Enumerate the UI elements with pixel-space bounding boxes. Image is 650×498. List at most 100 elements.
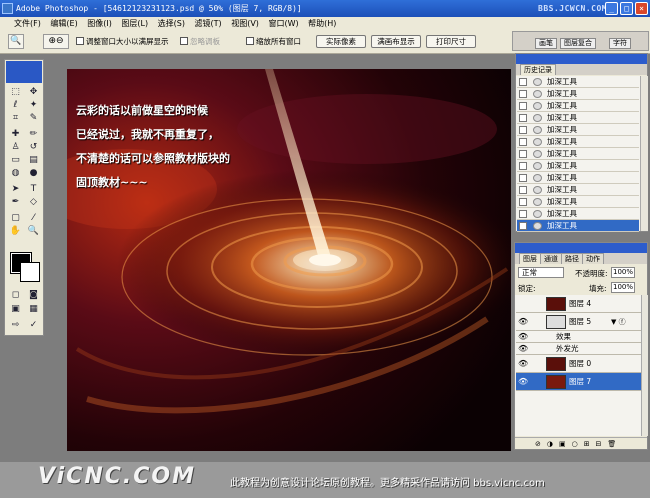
history-item-selected[interactable]: 加深工具 bbox=[517, 220, 639, 232]
visibility-eye-icon[interactable]: 👁 bbox=[518, 344, 528, 353]
visibility-eye-icon[interactable] bbox=[518, 299, 528, 308]
tab-actions[interactable]: 动作 bbox=[582, 253, 604, 264]
layer-effects-row[interactable]: 👁 效果 bbox=[516, 331, 641, 343]
magic-wand-icon[interactable]: ✦ bbox=[26, 99, 41, 111]
tab-layer-comps[interactable]: 图层复合 bbox=[560, 38, 596, 49]
history-item[interactable]: 加深工具 bbox=[517, 160, 639, 172]
zoom-tool-icon[interactable]: 🔍 bbox=[8, 34, 24, 49]
menu-window[interactable]: 窗口(W) bbox=[268, 19, 298, 28]
burn-tool-icon bbox=[533, 126, 542, 134]
burn-tool-icon bbox=[533, 90, 542, 98]
visibility-eye-icon[interactable]: 👁 bbox=[518, 317, 528, 326]
check-icon[interactable]: ✓ bbox=[26, 319, 41, 331]
hand-tool-icon[interactable]: ✋ bbox=[8, 225, 23, 237]
eraser-tool-icon[interactable]: ▭ bbox=[8, 154, 23, 166]
fit-screen-button[interactable]: 满画布显示 bbox=[371, 35, 421, 48]
fill-label: 填充: bbox=[589, 284, 607, 293]
visibility-eye-icon[interactable]: 👁 bbox=[518, 332, 528, 341]
menu-filter[interactable]: 滤镜(T) bbox=[195, 19, 222, 28]
visibility-eye-icon[interactable]: 👁 bbox=[518, 359, 528, 368]
history-list: 加深工具 加深工具 加深工具 加深工具 加深工具 加深工具 加深工具 加深工具 … bbox=[516, 76, 640, 232]
opacity-field[interactable]: 100% bbox=[611, 267, 635, 278]
menu-image[interactable]: 图像(I) bbox=[87, 19, 112, 28]
dodge-tool-icon[interactable]: ● bbox=[26, 167, 41, 179]
history-item[interactable]: 加深工具 bbox=[517, 184, 639, 196]
history-brush-icon[interactable]: ↺ bbox=[26, 141, 41, 153]
history-panel-titlebar bbox=[516, 54, 647, 64]
pen-tool-icon[interactable]: ✒ bbox=[8, 196, 23, 208]
path-select-icon[interactable]: ➤ bbox=[8, 183, 23, 195]
maximize-button[interactable]: □ bbox=[620, 2, 633, 15]
layers-bottom-toolbar[interactable]: ⊘◑▣○⊞⊟🗑 bbox=[515, 437, 647, 449]
history-item[interactable]: 加深工具 bbox=[517, 100, 639, 112]
burn-tool-icon bbox=[533, 174, 542, 182]
layer-row[interactable]: 👁 图层 0 bbox=[516, 355, 641, 373]
screen-mode-icon[interactable]: ▣ bbox=[8, 303, 23, 315]
history-item[interactable]: 加深工具 bbox=[517, 124, 639, 136]
slice-tool-icon[interactable]: ✎ bbox=[26, 112, 41, 124]
print-size-button[interactable]: 打印尺寸 bbox=[426, 35, 476, 48]
history-item[interactable]: 加深工具 bbox=[517, 136, 639, 148]
menu-help[interactable]: 帮助(H) bbox=[308, 19, 336, 28]
fullscreen-mode-icon[interactable]: ▦ bbox=[26, 303, 41, 315]
history-item[interactable]: 加深工具 bbox=[517, 76, 639, 88]
lasso-tool-icon[interactable]: ℓ bbox=[8, 99, 23, 111]
tab-character[interactable]: 字符 bbox=[609, 38, 631, 49]
history-item[interactable]: 加深工具 bbox=[517, 148, 639, 160]
actual-pixels-button[interactable]: 实际像素 bbox=[316, 35, 366, 48]
fill-field[interactable]: 100% bbox=[611, 282, 635, 293]
ignore-palettes-checkbox[interactable]: 忽略调板 bbox=[180, 37, 220, 46]
history-scrollbar[interactable] bbox=[640, 76, 648, 231]
zoom-all-windows-checkbox[interactable]: 缩放所有窗口 bbox=[246, 37, 301, 46]
jump-to-imageready-icon[interactable]: ⇨ bbox=[8, 319, 23, 331]
crop-tool-icon[interactable]: ⌗ bbox=[8, 112, 23, 124]
close-button[interactable]: × bbox=[635, 2, 648, 15]
tab-brushes[interactable]: 画笔 bbox=[535, 38, 557, 49]
shape-tool-icon[interactable]: ◇ bbox=[26, 196, 41, 208]
healing-brush-icon[interactable]: ✚ bbox=[8, 128, 23, 140]
resize-window-checkbox[interactable]: 调整窗口大小以满屏显示 bbox=[76, 37, 169, 46]
move-tool-icon[interactable]: ✥ bbox=[26, 86, 41, 98]
quickmask-mode-icon[interactable]: ◙ bbox=[26, 289, 41, 301]
history-panel: 历史记录 加深工具 加深工具 加深工具 加深工具 加深工具 加深工具 加深工具 … bbox=[515, 53, 648, 232]
menu-edit[interactable]: 编辑(E) bbox=[50, 19, 77, 28]
layer-row[interactable]: 图层 4 bbox=[516, 295, 641, 313]
brush-tool-icon[interactable]: ✏ bbox=[26, 128, 41, 140]
tab-history[interactable]: 历史记录 bbox=[520, 64, 556, 75]
standard-mode-icon[interactable]: ◻ bbox=[8, 289, 23, 301]
zoom-in-out-icon[interactable]: ⊕⊖ bbox=[43, 34, 69, 49]
menu-file[interactable]: 文件(F) bbox=[14, 19, 41, 28]
layer-effect-outer-glow[interactable]: 👁 外发光 bbox=[516, 343, 641, 355]
menu-select[interactable]: 选择(S) bbox=[158, 19, 185, 28]
history-item[interactable]: 加深工具 bbox=[517, 196, 639, 208]
layers-list: 图层 4 👁 图层 5 ▼ ⓕ 👁 效果 👁 外发光 👁 图层 0 👁 图层 7 bbox=[515, 295, 641, 436]
layer-row[interactable]: 👁 图层 5 ▼ ⓕ bbox=[516, 313, 641, 331]
history-item[interactable]: 加深工具 bbox=[517, 88, 639, 100]
type-tool-icon[interactable]: T bbox=[26, 183, 41, 195]
history-item[interactable]: 加深工具 bbox=[517, 112, 639, 124]
visibility-eye-icon[interactable]: 👁 bbox=[518, 377, 528, 386]
layer-row-selected[interactable]: 👁 图层 7 bbox=[516, 373, 641, 391]
gradient-tool-icon[interactable]: ▤ bbox=[26, 154, 41, 166]
tab-channels[interactable]: 通道 bbox=[540, 253, 562, 264]
clone-stamp-icon[interactable]: ♙ bbox=[8, 141, 23, 153]
tab-layers[interactable]: 图层 bbox=[519, 253, 541, 264]
blur-tool-icon[interactable]: ◍ bbox=[8, 167, 23, 179]
zoom-tool-box-icon[interactable]: 🔍 bbox=[26, 225, 41, 237]
history-item[interactable]: 加深工具 bbox=[517, 208, 639, 220]
history-item[interactable]: 加深工具 bbox=[517, 172, 639, 184]
marquee-tool-icon[interactable]: ⬚ bbox=[8, 86, 23, 98]
tab-paths[interactable]: 路径 bbox=[561, 253, 583, 264]
notes-tool-icon[interactable]: ▢ bbox=[8, 212, 23, 224]
layers-scrollbar[interactable] bbox=[641, 295, 648, 436]
menu-layer[interactable]: 图层(L) bbox=[121, 19, 148, 28]
effects-icon[interactable]: ▼ ⓕ bbox=[611, 313, 626, 331]
eyedropper-icon[interactable]: ⁄ bbox=[26, 212, 41, 224]
document-canvas[interactable]: 云彩的话以前做星空的时候 已经说过，我就不再重复了， 不清楚的话可以参照教材版块… bbox=[67, 69, 511, 451]
minimize-button[interactable]: _ bbox=[605, 2, 618, 15]
menu-view[interactable]: 视图(V) bbox=[231, 19, 259, 28]
layer-thumbnail bbox=[546, 297, 566, 311]
burn-tool-icon bbox=[533, 210, 542, 218]
background-color-swatch[interactable] bbox=[20, 262, 40, 282]
blend-mode-select[interactable]: 正常 bbox=[518, 267, 564, 278]
